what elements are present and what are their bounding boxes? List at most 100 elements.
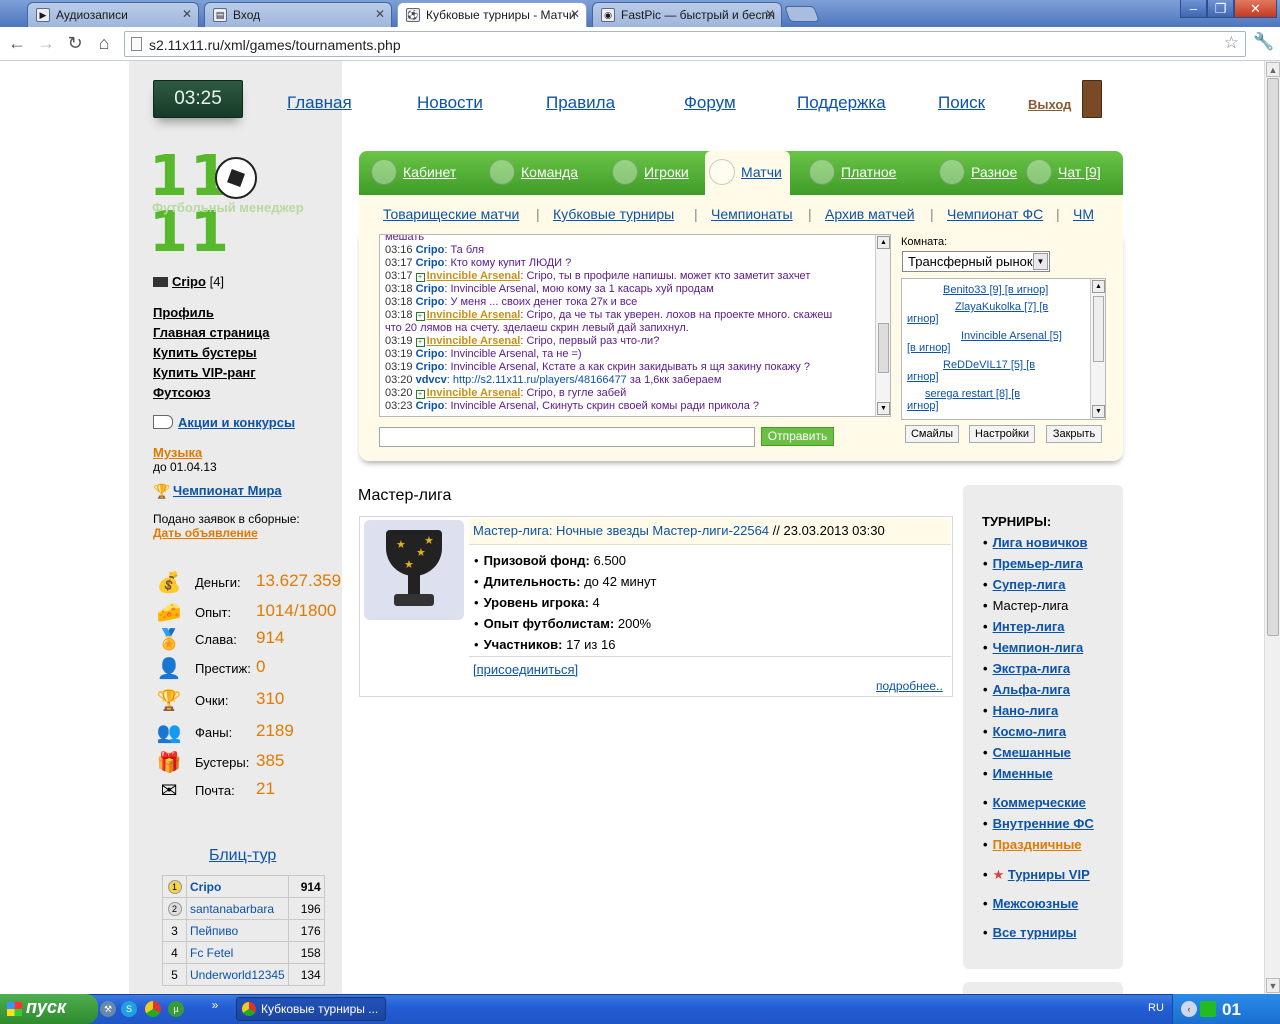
submenu-fs-championship[interactable]: Чемпионат ФС (947, 206, 1043, 222)
nav-news[interactable]: Новости (417, 93, 483, 113)
tournament-type-item[interactable]: Экстра-лига (983, 661, 1071, 676)
tournament-type-item[interactable]: Интер-лига (983, 619, 1065, 634)
chat-user[interactable]: ZlayaKukolka [7] [в (907, 301, 1048, 313)
chat-user[interactable]: Benito33 [9] [в игнор] (907, 284, 1048, 296)
browser-tab-4[interactable]: ◉ FastPic — быстрый и беспл ✕ (592, 2, 782, 27)
tournament-type-item[interactable]: Альфа-лига (983, 682, 1070, 697)
more-link[interactable]: подробнее.. (876, 679, 943, 693)
tournament-type-item[interactable]: Именные (983, 766, 1053, 781)
submenu-championships[interactable]: Чемпионаты (711, 206, 793, 222)
close-icon[interactable]: ✕ (765, 7, 775, 21)
nav-home[interactable]: Главная (287, 93, 352, 113)
send-button[interactable]: Отправить (761, 427, 834, 446)
sidebar-main-page[interactable]: Главная страница (153, 325, 269, 340)
forward-icon[interactable]: → (35, 33, 57, 55)
chat-log[interactable]: мешать 03:16 Cripo: Та бля 03:17 Cripo: Кт… (379, 234, 891, 417)
chevron-right-icon[interactable]: » (207, 997, 223, 1013)
minimize-button[interactable]: – (1180, 0, 1207, 18)
team-link[interactable]: Пейпиво (190, 924, 238, 938)
nav-rules[interactable]: Правила (546, 93, 615, 113)
settings-button[interactable]: Настройки (969, 425, 1035, 443)
network-icon[interactable] (1200, 1001, 1216, 1017)
room-select[interactable]: Трансферный рынок ▼ (902, 251, 1050, 272)
menu-cabinet[interactable]: Кабинет (367, 151, 456, 195)
msg-user[interactable]: vdvcv (416, 374, 447, 386)
browser-tab-2[interactable]: ▤ Вход ✕ (204, 2, 392, 27)
chat-user[interactable]: ReDDeVIL17 [5] [в (907, 359, 1035, 371)
reload-icon[interactable]: ↻ (64, 33, 86, 55)
menu-paid[interactable]: Платное (805, 151, 896, 195)
msg-user[interactable]: Invincible Arsenal (427, 270, 521, 282)
team-link[interactable]: santanabarbara (190, 902, 274, 916)
menu-misc[interactable]: Разное (935, 151, 1017, 195)
plus-icon[interactable]: + (415, 273, 425, 282)
sidebar-buy-vip[interactable]: Купить VIP-ранг (153, 365, 256, 380)
plus-icon[interactable]: + (415, 390, 425, 399)
chat-user[interactable]: игнор] (907, 313, 939, 325)
close-window-button[interactable]: ✕ (1234, 0, 1277, 18)
site-logo[interactable]: 11 11 Футбольный менеджер (149, 149, 324, 261)
chat-user[interactable]: Invincible Arsenal [5] (907, 330, 1062, 342)
msg-user[interactable]: Cripo (416, 244, 445, 256)
language-indicator[interactable]: RU (1148, 1002, 1164, 1014)
userlist-scrollbar[interactable]: ▲ ▼ (1090, 279, 1105, 419)
smileys-button[interactable]: Смайлы (905, 425, 959, 443)
tournament-type-item[interactable]: Все турниры (983, 925, 1077, 940)
chat-user[interactable]: serega restart [8] [в (907, 388, 1020, 400)
chat-user[interactable]: игнор] (907, 400, 939, 412)
team-link[interactable]: Underworld12345 (190, 968, 285, 982)
sidebar-futsoyuz[interactable]: Футсоюз (153, 385, 210, 400)
chat-user[interactable]: [в игнор] (907, 342, 950, 354)
post-ad-link[interactable]: Дать объявление (153, 526, 258, 540)
sidebar-profile[interactable]: Профиль (153, 305, 214, 320)
msg-link[interactable]: http://s2.11x11.ru/players/48166477 (453, 374, 627, 386)
tournament-type-item[interactable]: ★ Турниры VIP (983, 867, 1090, 883)
chat-input[interactable] (379, 427, 755, 447)
submenu-cups[interactable]: Кубковые турниры (553, 206, 674, 222)
chat-user-list[interactable]: Benito33 [9] [в игнор] ZlayaKukolka [7] [… (901, 278, 1106, 420)
tool-quicklaunch-icon[interactable]: ⚒ (100, 1001, 116, 1017)
tournament-type-item[interactable]: Коммерческие (983, 795, 1086, 810)
submenu-friendly[interactable]: Товарищеские матчи (383, 206, 519, 222)
start-button[interactable]: пуск (0, 994, 98, 1024)
join-link[interactable]: [присоединиться] (473, 662, 578, 677)
scroll-up-icon[interactable]: ▲ (877, 236, 890, 249)
msg-user[interactable]: Invincible Arsenal (427, 309, 521, 321)
msg-user[interactable]: Cripo (416, 257, 445, 269)
home-icon[interactable]: ⌂ (93, 33, 115, 55)
msg-user[interactable]: Invincible Arsenal (427, 387, 521, 399)
tournament-type-item[interactable]: Супер-лига (983, 577, 1066, 592)
logout-link[interactable]: Выход (1028, 97, 1071, 112)
user-link[interactable]: Cripo (172, 274, 206, 289)
team-link[interactable]: Fc Fetel (190, 946, 233, 960)
menu-players[interactable]: Игроки (608, 151, 689, 195)
chat-user[interactable]: игнор] (907, 371, 939, 383)
utorrent-icon[interactable]: µ (168, 1001, 184, 1017)
tournament-type-item[interactable]: Нано-лига (983, 703, 1059, 718)
blitz-tour-link[interactable]: Блиц-тур (209, 847, 276, 865)
submenu-wc[interactable]: ЧМ (1073, 206, 1094, 222)
wrench-icon[interactable]: 🔧 (1253, 32, 1274, 52)
tournament-type-item[interactable]: Праздничные (983, 837, 1082, 852)
nav-forum[interactable]: Форум (684, 93, 736, 113)
nav-support[interactable]: Поддержка (797, 93, 886, 113)
music-link[interactable]: Музыка (153, 445, 202, 460)
chat-scrollbar[interactable]: ▲ ▼ (875, 235, 890, 416)
chrome-icon[interactable] (145, 1001, 161, 1017)
door-icon[interactable] (1082, 80, 1102, 118)
chevron-left-icon[interactable]: ‹ (1181, 1001, 1197, 1017)
tournament-type-item[interactable]: Чемпион-лига (983, 640, 1084, 655)
close-chat-button[interactable]: Закрыть (1046, 425, 1102, 443)
back-icon[interactable]: ← (6, 33, 28, 55)
promo-link[interactable]: Акции и конкурсы (153, 415, 295, 430)
scroll-down-icon[interactable]: ▼ (877, 402, 890, 415)
address-bar[interactable]: s2.11x11.ru/xml/games/tournaments.php ☆ (124, 31, 1246, 57)
close-icon[interactable]: ✕ (375, 7, 385, 21)
plus-icon[interactable]: + (415, 312, 425, 321)
submenu-archive[interactable]: Архив матчей (825, 206, 915, 222)
page-scrollbar[interactable]: ▲ ▼ (1264, 61, 1280, 994)
close-icon[interactable]: ✕ (182, 7, 192, 21)
skype-icon[interactable]: S (121, 1001, 137, 1017)
msg-user[interactable]: Cripo (416, 296, 445, 308)
tournament-type-item[interactable]: Смешанные (983, 745, 1071, 760)
